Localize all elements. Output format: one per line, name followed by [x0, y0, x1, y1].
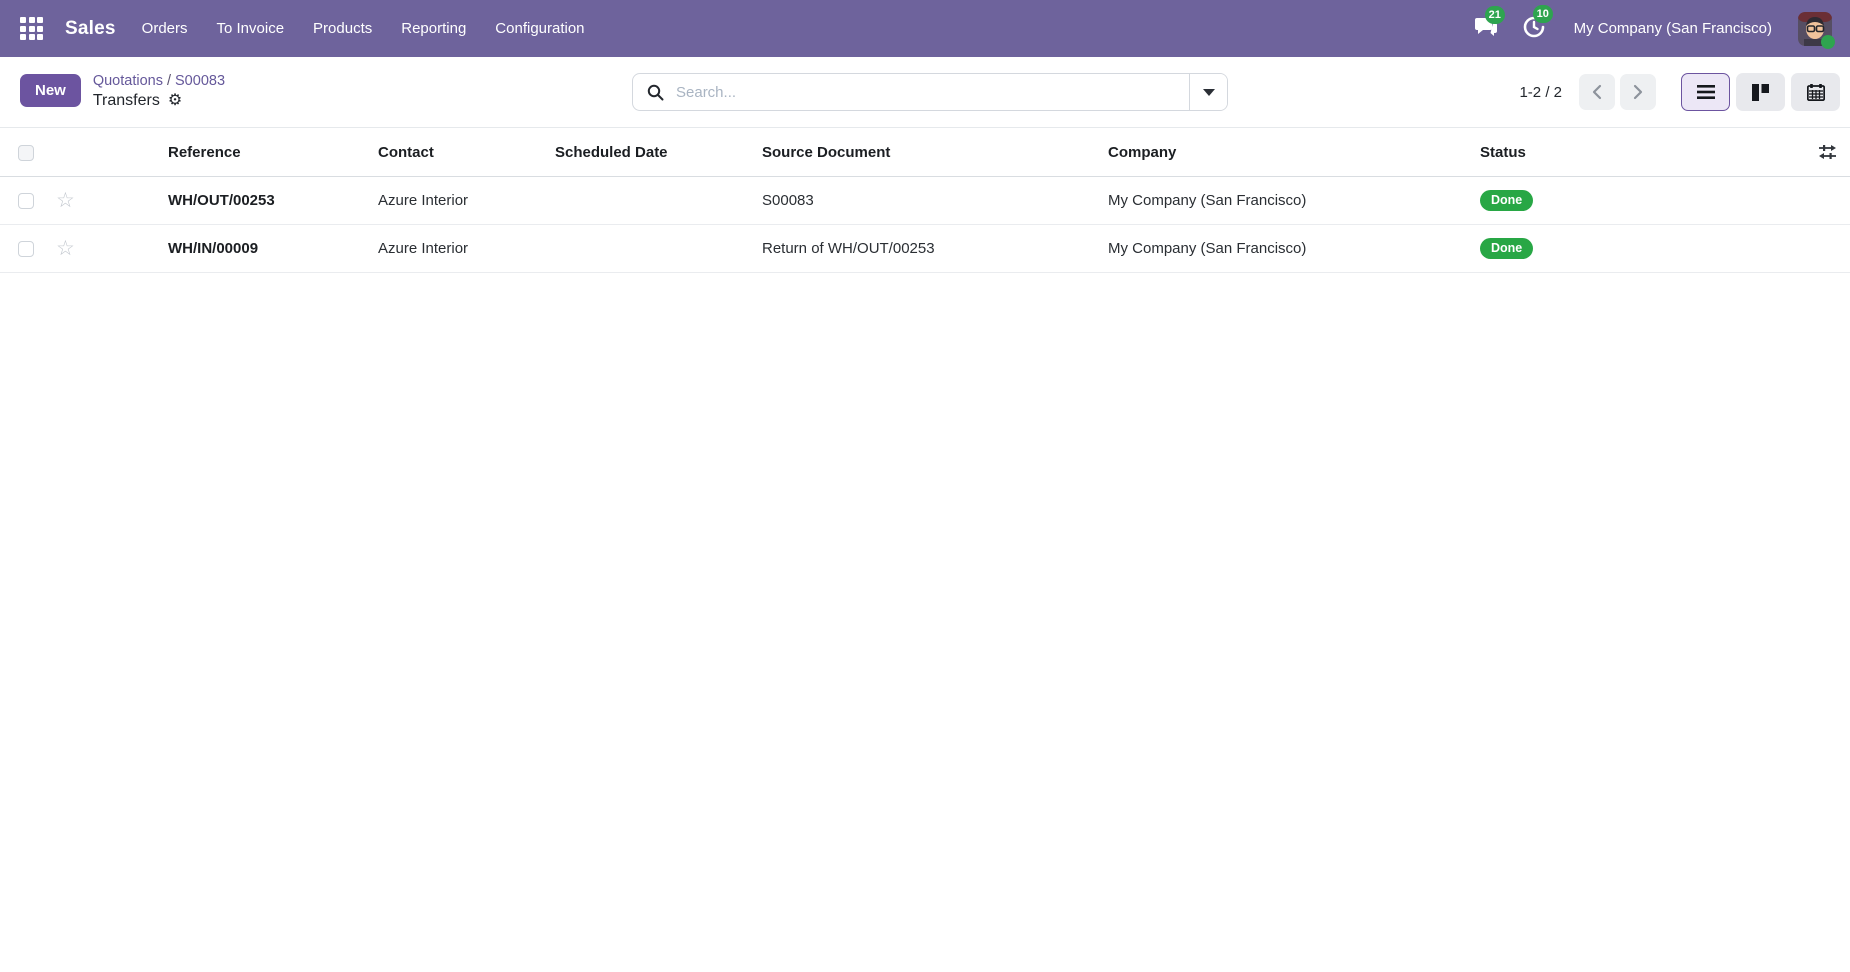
cell-scheduled-date: [555, 225, 762, 273]
select-all-checkbox[interactable]: [18, 145, 34, 161]
company-switcher[interactable]: My Company (San Francisco): [1568, 19, 1778, 38]
activities-button[interactable]: 10: [1520, 13, 1548, 44]
list-icon: [1697, 84, 1715, 100]
menu-configuration[interactable]: Configuration: [493, 16, 586, 41]
menu-orders[interactable]: Orders: [140, 16, 190, 41]
control-panel: New Quotations/S00083 Transfers ⚙ 1-2 / …: [0, 57, 1850, 127]
cell-reference: WH/IN/00009: [168, 240, 258, 257]
app-name[interactable]: Sales: [65, 18, 116, 40]
calendar-icon: [1807, 84, 1825, 101]
messages-count-badge: 21: [1485, 6, 1505, 24]
cell-source-document: S00083: [762, 177, 1108, 225]
cell-contact: Azure Interior: [378, 225, 555, 273]
pager-range: 1-2 / 2: [1519, 84, 1562, 101]
cell-contact: Azure Interior: [378, 177, 555, 225]
caret-down-icon: [1203, 89, 1215, 96]
cell-company: My Company (San Francisco): [1108, 177, 1480, 225]
star-icon[interactable]: ☆: [56, 190, 75, 211]
search-icon: [647, 84, 664, 101]
chevron-right-icon: [1632, 84, 1644, 100]
kanban-icon: [1752, 84, 1769, 101]
menu-products[interactable]: Products: [311, 16, 374, 41]
menu-reporting[interactable]: Reporting: [399, 16, 468, 41]
view-switcher: [1681, 73, 1840, 111]
column-company[interactable]: Company: [1108, 128, 1480, 177]
pager-previous-button[interactable]: [1579, 74, 1615, 110]
table-row[interactable]: ☆ WH/IN/00009 Azure Interior Return of W…: [0, 225, 1850, 273]
cell-source-document: Return of WH/OUT/00253: [762, 225, 1108, 273]
apps-grid-icon: [20, 17, 43, 40]
view-switcher-kanban[interactable]: [1736, 73, 1785, 111]
status-badge: Done: [1480, 238, 1533, 259]
cell-reference: WH/OUT/00253: [168, 192, 275, 209]
search-dropdown-toggle[interactable]: [1189, 74, 1227, 110]
breadcrumb-quotations-link[interactable]: Quotations: [93, 73, 163, 89]
column-reference[interactable]: Reference: [168, 128, 378, 177]
column-status[interactable]: Status: [1480, 128, 1794, 177]
column-priority: [56, 128, 168, 177]
optional-columns-button[interactable]: [1819, 128, 1850, 176]
activities-count-badge: 10: [1533, 5, 1553, 23]
messages-button[interactable]: 21: [1472, 14, 1500, 43]
menu-to-invoice[interactable]: To Invoice: [215, 16, 287, 41]
chevron-left-icon: [1591, 84, 1603, 100]
column-source-document[interactable]: Source Document: [762, 128, 1108, 177]
column-scheduled-date[interactable]: Scheduled Date: [555, 128, 762, 177]
table-row[interactable]: ☆ WH/OUT/00253 Azure Interior S00083 My …: [0, 177, 1850, 225]
list-view: Reference Contact Scheduled Date Source …: [0, 127, 1850, 273]
status-badge: Done: [1480, 190, 1533, 211]
star-icon[interactable]: ☆: [56, 238, 75, 259]
top-navbar: Sales Orders To Invoice Products Reporti…: [0, 0, 1850, 57]
online-status-dot: [1821, 35, 1835, 49]
view-switcher-list[interactable]: [1681, 73, 1730, 111]
pager-next-button[interactable]: [1620, 74, 1656, 110]
new-button[interactable]: New: [20, 74, 81, 107]
cell-scheduled-date: [555, 177, 762, 225]
cell-company: My Company (San Francisco): [1108, 225, 1480, 273]
breadcrumb-s00083-link[interactable]: S00083: [175, 73, 225, 89]
column-contact[interactable]: Contact: [378, 128, 555, 177]
table-header-row: Reference Contact Scheduled Date Source …: [0, 128, 1850, 177]
row-checkbox[interactable]: [18, 193, 34, 209]
page-title: Transfers: [93, 91, 160, 112]
gear-icon[interactable]: ⚙: [168, 93, 182, 109]
user-menu-button[interactable]: [1798, 12, 1832, 46]
row-checkbox[interactable]: [18, 241, 34, 257]
breadcrumb-separator: /: [167, 73, 171, 89]
breadcrumb: Quotations/S00083 Transfers ⚙: [93, 72, 225, 112]
main-menu: Orders To Invoice Products Reporting Con…: [140, 16, 587, 41]
search-input[interactable]: [674, 83, 1189, 102]
sliders-icon: [1819, 144, 1836, 160]
view-switcher-calendar[interactable]: [1791, 73, 1840, 111]
search-bar: [632, 73, 1228, 111]
apps-menu-button[interactable]: [16, 13, 47, 44]
